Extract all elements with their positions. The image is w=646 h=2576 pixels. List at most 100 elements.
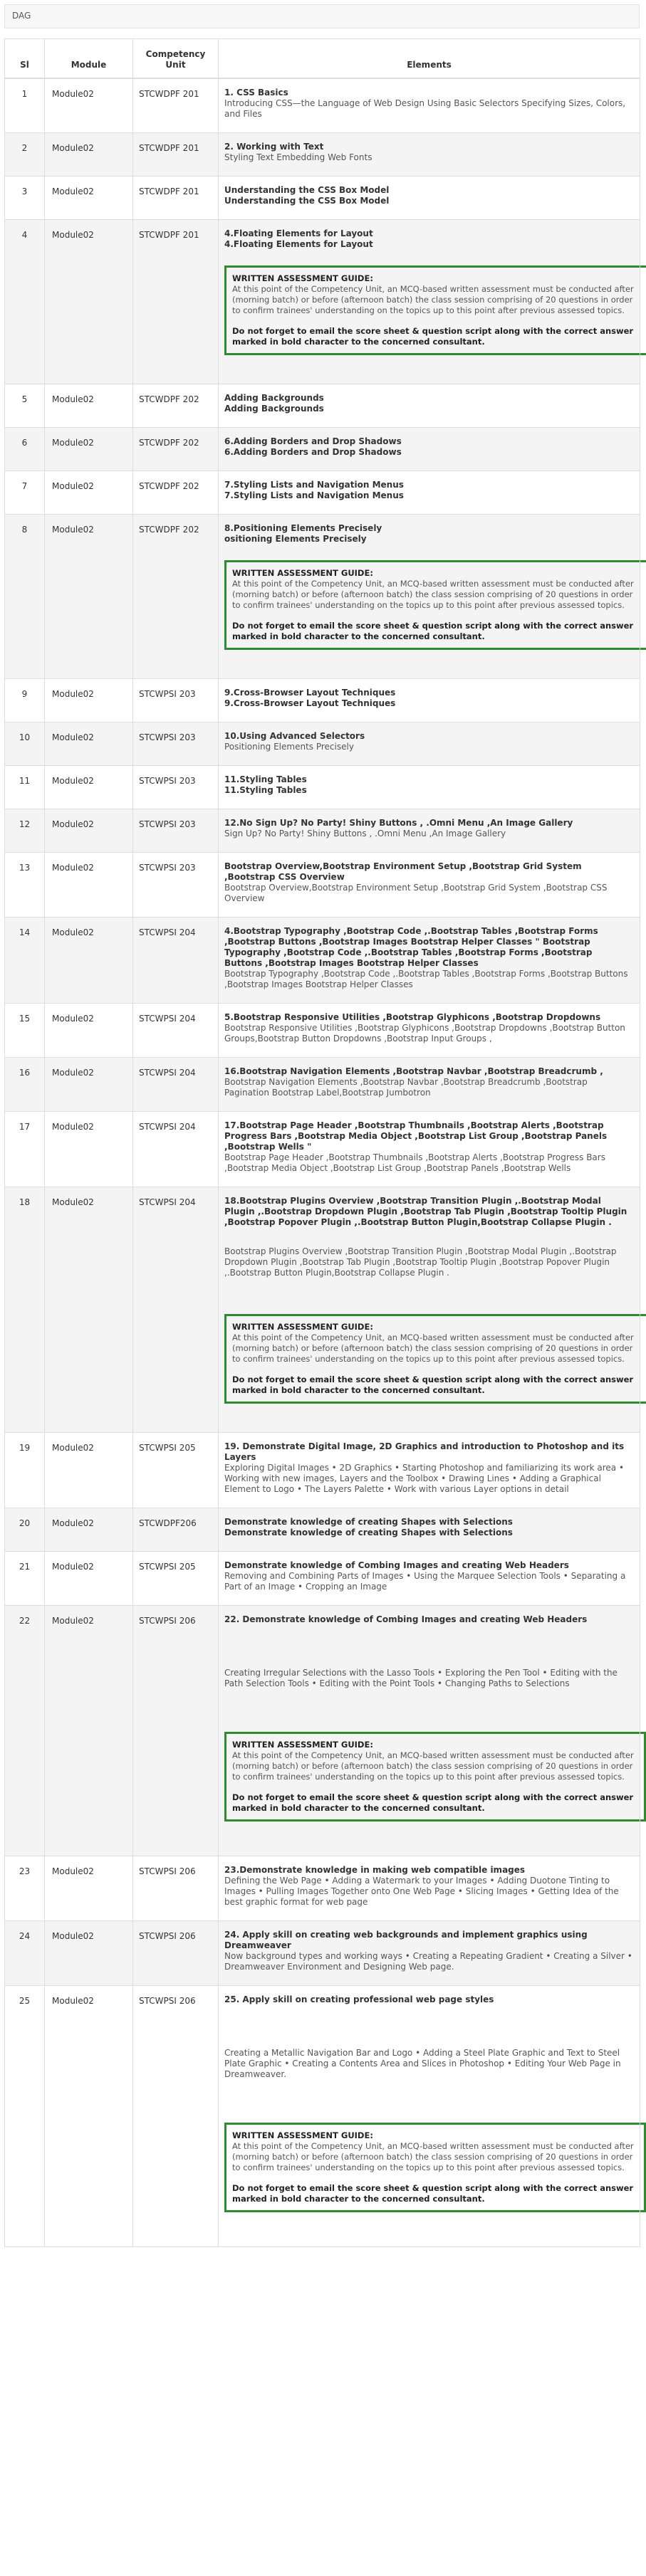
row-elements: Bootstrap Overview,Bootstrap Environment… bbox=[218, 852, 640, 918]
row-competency-unit: STCWPSI 206 bbox=[132, 1605, 219, 1856]
element-description: Positioning Elements Precisely bbox=[224, 742, 354, 752]
row-elements: 17.Bootstrap Page Header ,Bootstrap Thum… bbox=[218, 1111, 640, 1187]
element-title: 7.Styling Lists and Navigation Menus bbox=[224, 480, 404, 490]
guide-note: Do not forget to email the score sheet &… bbox=[232, 2183, 634, 2204]
row-competency-unit: STCWPSI 206 bbox=[132, 1920, 219, 1986]
element-description: Bootstrap Navigation Elements ,Bootstrap… bbox=[224, 1077, 588, 1098]
written-assessment-guide: WRITTEN ASSESSMENT GUIDE: At this point o… bbox=[224, 560, 646, 650]
row-serial: 13 bbox=[4, 852, 45, 918]
guide-body: At this point of the Competency Unit, an… bbox=[232, 579, 634, 610]
element-title: Demonstrate knowledge of creating Shapes… bbox=[224, 1517, 513, 1527]
row-competency-unit: STCWPSI 204 bbox=[132, 1187, 219, 1433]
row-serial: 15 bbox=[4, 1003, 45, 1058]
competency-table: Sl Module Competency Unit Elements 1 Modu… bbox=[4, 38, 646, 2247]
element-description: Bootstrap Typography ,Bootstrap Code ,.B… bbox=[224, 969, 628, 989]
row-competency-unit: STCWDPF 202 bbox=[132, 427, 219, 471]
row-serial: 10 bbox=[4, 722, 45, 766]
element-title: 17.Bootstrap Page Header ,Bootstrap Thum… bbox=[224, 1120, 608, 1152]
row-module: Module02 bbox=[44, 765, 133, 809]
element-description: 4.Floating Elements for Layout bbox=[224, 239, 373, 249]
written-assessment-guide: WRITTEN ASSESSMENT GUIDE: At this point o… bbox=[224, 266, 646, 355]
row-elements: 10.Using Advanced Selectors Positioning E… bbox=[218, 722, 640, 766]
row-elements: 19. Demonstrate Digital Image, 2D Graphi… bbox=[218, 1432, 640, 1508]
row-module: Module02 bbox=[44, 514, 133, 679]
element-title: 24. Apply skill on creating web backgrou… bbox=[224, 1930, 588, 1950]
element-title: 2. Working with Text bbox=[224, 142, 324, 152]
element-title: 8.Positioning Elements Precisely bbox=[224, 523, 382, 533]
guide-title: WRITTEN ASSESSMENT GUIDE: bbox=[232, 568, 373, 578]
guide-note: Do not forget to email the score sheet &… bbox=[232, 1792, 634, 1813]
row-elements: 18.Bootstrap Plugins Overview ,Bootstrap… bbox=[218, 1187, 646, 1433]
table-row: 3 Module02 STCWDPF 201 Understanding the CS… bbox=[4, 176, 640, 220]
row-serial: 18 bbox=[4, 1187, 45, 1433]
row-serial: 23 bbox=[4, 1856, 45, 1921]
table-row: 17 Module02 STCWPSI 204 17.Bootstrap Page H… bbox=[4, 1111, 640, 1187]
table-row: 24 Module02 STCWPSI 206 24. Apply skill on … bbox=[4, 1920, 640, 1986]
row-elements: 4.Floating Elements for Layout 4.Floating… bbox=[218, 219, 646, 384]
row-module: Module02 bbox=[44, 1985, 133, 2247]
row-elements: Demonstrate knowledge of creating Shapes… bbox=[218, 1508, 640, 1552]
row-competency-unit: STCWDPF206 bbox=[132, 1508, 219, 1552]
row-competency-unit: STCWPSI 203 bbox=[132, 678, 219, 722]
row-serial: 20 bbox=[4, 1508, 45, 1552]
row-module: Module02 bbox=[44, 1605, 133, 1856]
written-assessment-guide: WRITTEN ASSESSMENT GUIDE: At this point o… bbox=[224, 1732, 646, 1821]
row-serial: 3 bbox=[4, 176, 45, 220]
element-title: 1. CSS Basics bbox=[224, 88, 288, 98]
guide-title: WRITTEN ASSESSMENT GUIDE: bbox=[232, 2130, 373, 2140]
row-elements: Understanding the CSS Box Model Understan… bbox=[218, 176, 640, 220]
guide-body: At this point of the Competency Unit, an… bbox=[232, 1750, 634, 1782]
column-header-module[interactable]: Module bbox=[44, 38, 133, 79]
column-header-unit[interactable]: Competency Unit bbox=[132, 38, 219, 79]
row-serial: 8 bbox=[4, 514, 45, 679]
row-serial: 5 bbox=[4, 384, 45, 428]
element-description: Exploring Digital Images • 2D Graphics •… bbox=[224, 1463, 625, 1494]
row-competency-unit: STCWPSI 203 bbox=[132, 765, 219, 809]
table-row: 11 Module02 STCWPSI 203 11.Styling Tables 11… bbox=[4, 765, 640, 809]
row-module: Module02 bbox=[44, 219, 133, 384]
row-competency-unit: STCWPSI 204 bbox=[132, 1111, 219, 1187]
table-row: 25 Module02 STCWPSI 206 25. Apply skill on … bbox=[4, 1985, 646, 2247]
element-description: Understanding the CSS Box Model bbox=[224, 196, 390, 206]
row-serial: 11 bbox=[4, 765, 45, 809]
row-elements: 12.No Sign Up? No Party! Shiny Buttons ,… bbox=[218, 809, 640, 853]
element-description: Styling Text Embedding Web Fonts bbox=[224, 152, 373, 162]
row-module: Module02 bbox=[44, 852, 133, 918]
row-competency-unit: STCWPSI 203 bbox=[132, 722, 219, 766]
table-row: 16 Module02 STCWPSI 204 16.Bootstrap Naviga… bbox=[4, 1057, 640, 1112]
row-module: Module02 bbox=[44, 427, 133, 471]
element-description: Creating a Metallic Navigation Bar and L… bbox=[224, 2048, 621, 2079]
table-row: 20 Module02 STCWDPF206 Demonstrate knowledg… bbox=[4, 1508, 640, 1552]
row-elements: Demonstrate knowledge of Combing Images … bbox=[218, 1551, 640, 1606]
row-serial: 1 bbox=[4, 78, 45, 133]
element-description: Demonstrate knowledge of creating Shapes… bbox=[224, 1528, 513, 1537]
row-competency-unit: STCWPSI 206 bbox=[132, 1856, 219, 1921]
guide-note: Do not forget to email the score sheet &… bbox=[232, 1374, 634, 1395]
element-title: 4.Floating Elements for Layout bbox=[224, 228, 373, 238]
element-title: 5.Bootstrap Responsive Utilities ,Bootst… bbox=[224, 1012, 601, 1022]
table-row: 1 Module02 STCWDPF 201 1. CSS Basics Introdu… bbox=[4, 78, 640, 133]
row-module: Module02 bbox=[44, 722, 133, 766]
row-elements: 23.Demonstrate knowledge in making web c… bbox=[218, 1856, 640, 1921]
row-serial: 19 bbox=[4, 1432, 45, 1508]
element-description: Bootstrap Plugins Overview ,Bootstrap Tr… bbox=[224, 1246, 617, 1278]
row-competency-unit: STCWDPF 202 bbox=[132, 514, 219, 679]
column-header-sl[interactable]: Sl bbox=[4, 38, 45, 79]
row-serial: 21 bbox=[4, 1551, 45, 1606]
row-module: Module02 bbox=[44, 78, 133, 133]
element-description: Sign Up? No Party! Shiny Buttons , .Omni… bbox=[224, 829, 506, 838]
table-row: 22 Module02 STCWPSI 206 22. Demonstrate kno… bbox=[4, 1605, 646, 1856]
row-elements: 22. Demonstrate knowledge of Combing Ima… bbox=[218, 1605, 646, 1856]
row-module: Module02 bbox=[44, 1508, 133, 1552]
element-title: 25. Apply skill on creating professional… bbox=[224, 1994, 494, 2004]
element-title: 18.Bootstrap Plugins Overview ,Bootstrap… bbox=[224, 1196, 627, 1227]
row-module: Module02 bbox=[44, 470, 133, 515]
column-header-elements[interactable]: Elements bbox=[218, 38, 640, 79]
row-elements: 5.Bootstrap Responsive Utilities ,Bootst… bbox=[218, 1003, 640, 1058]
row-module: Module02 bbox=[44, 1920, 133, 1986]
row-elements: 16.Bootstrap Navigation Elements ,Bootst… bbox=[218, 1057, 640, 1112]
page-title: DAG bbox=[12, 11, 31, 21]
row-serial: 6 bbox=[4, 427, 45, 471]
